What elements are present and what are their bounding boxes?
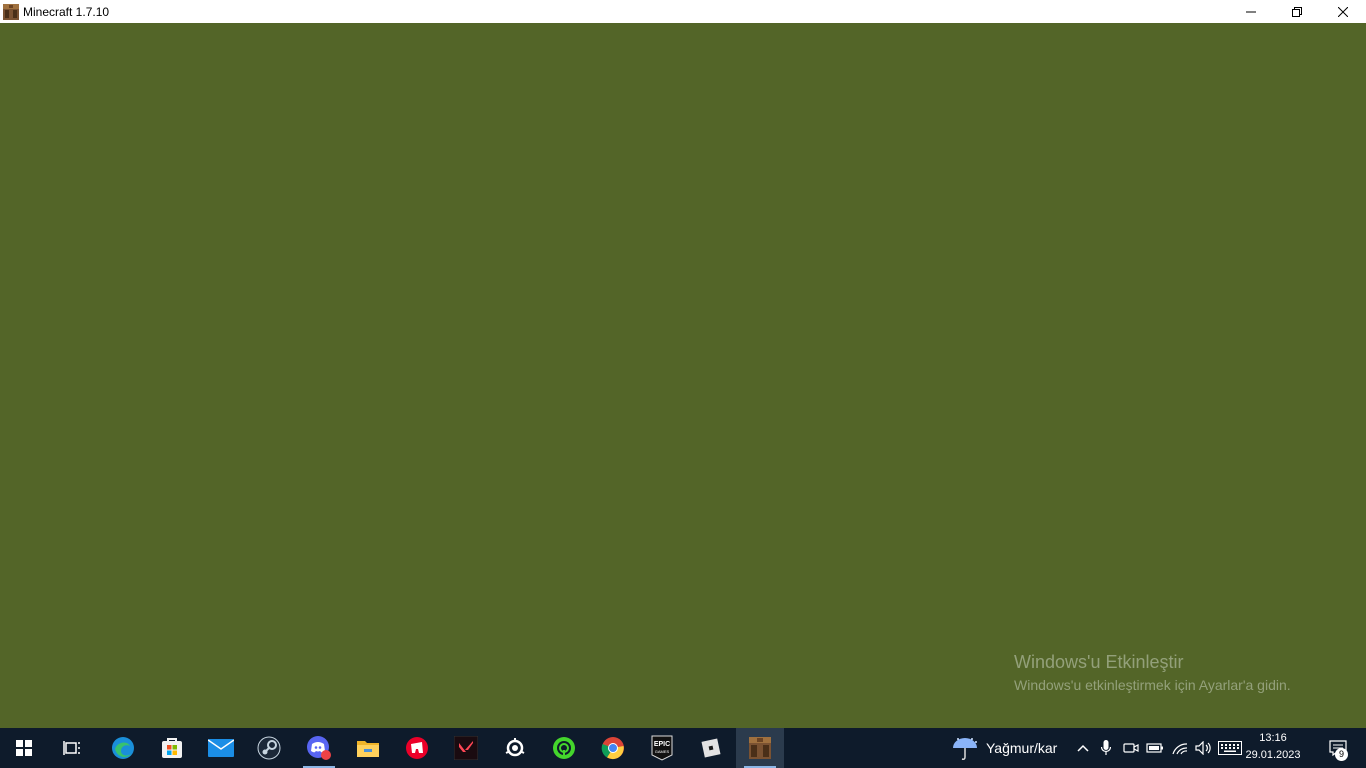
taskbar: EPIC GAMES Yağmur/kar 13:16 29.01.2023 9 [0,728,1366,768]
start-icon [16,740,32,756]
minimize-icon [1246,11,1256,12]
taskbar-edge[interactable] [99,728,147,768]
taskbar-valorant[interactable] [442,728,490,768]
edge-icon [112,737,134,759]
close-button[interactable] [1320,0,1366,23]
window-controls [1228,0,1366,23]
svg-text:GAMES: GAMES [655,749,670,754]
taskbar-steam[interactable] [245,728,293,768]
taskbar-minecraft[interactable] [736,728,784,768]
steam-icon [257,736,281,760]
meet-now-tray[interactable] [1120,728,1142,768]
file-explorer-icon [357,741,379,757]
meet-now-icon [1123,743,1139,753]
weather-widget[interactable]: Yağmur/kar [950,728,1070,768]
show-hidden-icons-button[interactable] [1072,728,1094,768]
minecraft-icon [749,737,771,759]
notification-count-badge: 9 [1335,748,1348,761]
close-icon [1338,6,1348,17]
speaker-icon [1195,741,1211,755]
watermark-title: Windows'u Etkinleştir [1014,652,1184,672]
task-view-icon [63,741,80,755]
svg-text:EPIC: EPIC [654,741,670,748]
battery-icon [1146,743,1163,753]
epic-games-icon: EPIC GAMES [651,735,673,761]
task-view-button[interactable] [48,728,96,768]
clock-time: 13:16 [1259,732,1287,744]
network-tray[interactable] [1168,728,1192,768]
microsoft-store-icon [162,738,182,758]
minimize-button[interactable] [1228,0,1274,23]
taskbar-riot-client[interactable] [393,728,441,768]
taskbar-epic-games[interactable]: EPIC GAMES [638,728,686,768]
windows-activation-watermark: Windows'u Etkinleştir Windows'u etkinleş… [1014,652,1291,693]
riot-client-icon [406,737,428,759]
microphone-tray[interactable] [1096,728,1116,768]
taskbar-discord[interactable] [295,728,343,768]
window-title: Minecraft 1.7.10 [23,4,110,19]
taskbar-clock[interactable]: 13:16 29.01.2023 [1238,730,1308,764]
clock-date: 29.01.2023 [1245,749,1301,761]
mail-icon [208,739,234,757]
volume-tray[interactable] [1192,728,1216,768]
chevron-up-icon [1077,744,1089,752]
rain-snow-weather-icon [953,738,977,760]
taskbar-roblox[interactable] [687,728,735,768]
microphone-icon [1101,740,1111,755]
taskbar-file-explorer[interactable] [344,728,392,768]
steelseries-icon [505,738,525,757]
taskbar-mail[interactable] [197,728,245,768]
window-title-bar[interactable]: Minecraft 1.7.10 [0,0,1366,23]
taskbar-steelseries[interactable] [491,728,539,768]
taskbar-chrome[interactable] [589,728,637,768]
roblox-icon [701,738,721,758]
taskbar-microsoft-store[interactable] [148,728,196,768]
battery-tray[interactable] [1144,728,1166,768]
weather-label: Yağmur/kar [986,740,1058,756]
restore-icon [1292,6,1302,17]
valorant-icon [454,736,478,760]
chrome-icon [601,737,624,760]
game-viewport[interactable] [0,23,1366,728]
minecraft-crafting-table-icon [3,3,19,20]
restore-button[interactable] [1274,0,1320,23]
watermark-subtitle: Windows'u etkinleştirmek için Ayarlar'a … [1014,677,1291,693]
wifi-icon [1172,743,1188,755]
razer-cortex-icon [553,737,575,759]
taskbar-razer-cortex[interactable] [540,728,588,768]
discord-icon [307,736,331,760]
start-button[interactable] [0,728,48,768]
